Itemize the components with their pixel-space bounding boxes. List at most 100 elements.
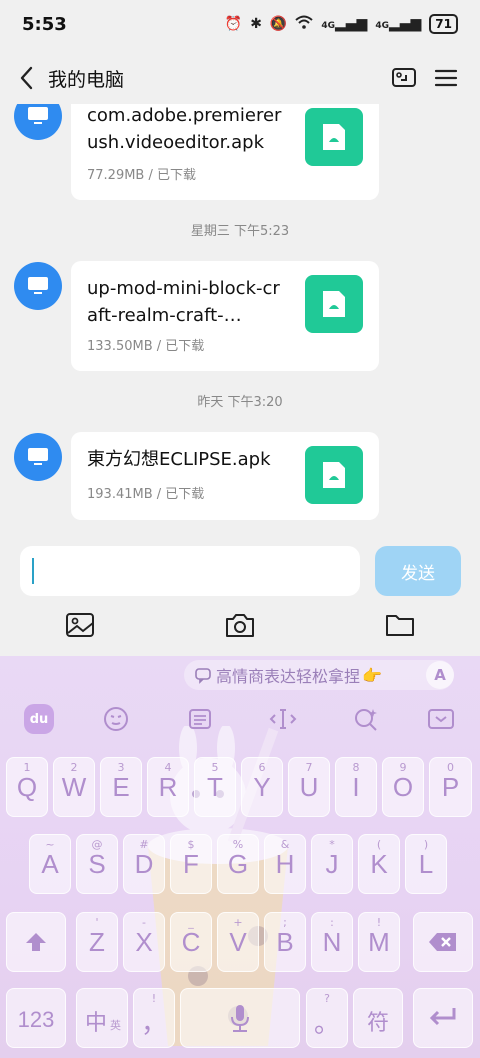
enter-key[interactable] bbox=[413, 988, 473, 1048]
key-f[interactable]: $ F bbox=[170, 834, 212, 894]
cursor-move-button[interactable] bbox=[268, 704, 298, 734]
page-title: 我的电脑 bbox=[48, 69, 125, 91]
chat-bubble-icon bbox=[195, 668, 211, 684]
key-d[interactable]: # D bbox=[123, 834, 165, 894]
shift-key[interactable] bbox=[6, 912, 66, 972]
microphone-icon bbox=[231, 1005, 249, 1032]
file-meta: 193.41MB / 已下载 bbox=[87, 487, 205, 502]
keyboard-panel-icon bbox=[189, 709, 211, 729]
alarm-icon: ⏰ bbox=[224, 16, 243, 32]
key-a[interactable]: ~ A bbox=[29, 834, 71, 894]
language-switch-key[interactable]: 中 英 bbox=[76, 988, 128, 1048]
key-o[interactable]: 9O bbox=[382, 757, 424, 817]
computer-icon bbox=[28, 277, 48, 294]
key-t[interactable]: 5T bbox=[194, 757, 236, 817]
file-message-card[interactable]: up-mod-mini-block-craft-realm-craft-… 13… bbox=[71, 261, 379, 371]
text-caret bbox=[32, 558, 34, 584]
clipboard-button[interactable] bbox=[185, 704, 215, 734]
status-icons: ⏰ ✱ 🔕 4G▂▄▆ 4G▂▄▆ 71 bbox=[225, 14, 458, 34]
key-b[interactable]: ; B bbox=[264, 912, 306, 972]
du-logo-button[interactable]: du bbox=[24, 704, 54, 734]
key-n[interactable]: :N bbox=[311, 912, 353, 972]
key-j[interactable]: * J bbox=[311, 834, 353, 894]
key-i[interactable]: 8I bbox=[335, 757, 377, 817]
signal-icon-2: 4G▂▄▆ bbox=[375, 16, 422, 32]
camera-button[interactable] bbox=[223, 608, 257, 642]
key-x[interactable]: -X bbox=[123, 912, 165, 972]
message-input[interactable] bbox=[20, 546, 360, 596]
pointing-hand-emoji: 👉 bbox=[362, 665, 382, 685]
avatar bbox=[14, 104, 62, 140]
file-name: 東方幻想ECLIPSE.apk bbox=[87, 449, 271, 470]
back-button[interactable] bbox=[14, 64, 42, 92]
comma-key[interactable]: !， bbox=[133, 988, 175, 1048]
status-time: 5:53 bbox=[22, 14, 67, 35]
key-k[interactable]: (K bbox=[358, 834, 400, 894]
screen-share-button[interactable] bbox=[390, 64, 418, 92]
key-v[interactable]: + V bbox=[217, 912, 259, 972]
key-z[interactable]: ' Z bbox=[76, 912, 118, 972]
image-button[interactable] bbox=[63, 608, 97, 642]
file-message-card[interactable]: 東方幻想ECLIPSE.apk 193.41MB / 已下载 bbox=[71, 432, 379, 520]
input-area: 发送 bbox=[0, 536, 480, 656]
key-c[interactable]: _ C bbox=[170, 912, 212, 972]
folder-icon bbox=[386, 615, 414, 636]
key-s[interactable]: @ S bbox=[76, 834, 118, 894]
file-name: com.adobe.premiererush.videoeditor.apk bbox=[87, 105, 282, 153]
suggestion-text: 高情商表达轻松拿捏 bbox=[216, 667, 361, 686]
emoji-icon bbox=[104, 707, 128, 731]
avatar bbox=[14, 262, 62, 310]
mute-icon: 🔕 bbox=[269, 16, 288, 32]
time-separator: 昨天 下午3:20 bbox=[197, 395, 283, 410]
chat-area[interactable]: com.adobe.premiererush.videoeditor.apk 7… bbox=[0, 104, 480, 536]
key-p[interactable]: 0P bbox=[429, 757, 472, 817]
key-u[interactable]: 7U bbox=[288, 757, 330, 817]
signal-icon-1: 4G▂▄▆ bbox=[321, 16, 368, 32]
key-q[interactable]: 1Q bbox=[6, 757, 48, 817]
key-y[interactable]: 6Y bbox=[241, 757, 283, 817]
shift-icon bbox=[26, 933, 46, 951]
wifi-icon bbox=[295, 15, 314, 33]
status-bar: 5:53 ⏰ ✱ 🔕 4G▂▄▆ 4G▂▄▆ 71 bbox=[0, 0, 480, 52]
key-e[interactable]: 3E bbox=[100, 757, 142, 817]
computer-icon bbox=[28, 448, 48, 465]
apk-file-icon bbox=[305, 275, 363, 333]
key-h[interactable]: & H bbox=[264, 834, 306, 894]
avatar bbox=[14, 433, 62, 481]
hamburger-icon bbox=[434, 69, 458, 87]
period-key[interactable]: ?。 bbox=[306, 988, 348, 1048]
key-m[interactable]: ! M bbox=[358, 912, 400, 972]
computer-icon bbox=[28, 107, 48, 124]
suggestion-bar[interactable]: 高情商表达轻松拿捏 👉 A bbox=[184, 660, 454, 690]
emoji-button[interactable] bbox=[101, 704, 131, 734]
space-key[interactable] bbox=[180, 988, 300, 1048]
numbers-key[interactable]: 123 bbox=[6, 988, 66, 1048]
file-name: up-mod-mini-block-craft-realm-craft-… bbox=[87, 278, 280, 326]
ai-assist-button[interactable]: A bbox=[426, 661, 454, 689]
folder-button[interactable] bbox=[383, 608, 417, 642]
key-g[interactable]: % G bbox=[217, 834, 259, 894]
enter-icon bbox=[429, 1008, 456, 1026]
send-button[interactable]: 发送 bbox=[375, 546, 461, 596]
menu-button[interactable] bbox=[432, 64, 460, 92]
cursor-move-icon bbox=[269, 709, 297, 729]
key-w[interactable]: 2W bbox=[53, 757, 95, 817]
symbols-key[interactable]: 符 bbox=[353, 988, 403, 1048]
file-message-card[interactable]: com.adobe.premiererush.videoeditor.apk 7… bbox=[71, 104, 379, 200]
chevron-down-icon bbox=[428, 709, 454, 729]
hide-keyboard-button[interactable] bbox=[426, 704, 456, 734]
screen-share-icon bbox=[392, 68, 416, 87]
battery-indicator: 71 bbox=[429, 14, 458, 34]
key-r[interactable]: 4R bbox=[147, 757, 189, 817]
bluetooth-icon: ✱ bbox=[250, 16, 262, 32]
search-sparkle-icon bbox=[355, 709, 377, 731]
backspace-key[interactable] bbox=[413, 912, 473, 972]
keyboard-toolbar: du bbox=[0, 700, 480, 736]
file-meta: 133.50MB / 已下载 bbox=[87, 339, 205, 354]
key-l[interactable]: ) L bbox=[405, 834, 447, 894]
file-meta: 77.29MB / 已下载 bbox=[87, 168, 196, 183]
keyboard: 高情商表达轻松拿捏 👉 A du 1Q 2W 3E 4R 5T 6Y 7U 8I … bbox=[0, 656, 480, 1058]
chevron-left-icon bbox=[20, 66, 33, 90]
apk-file-icon bbox=[305, 108, 363, 166]
search-button[interactable] bbox=[351, 704, 381, 734]
